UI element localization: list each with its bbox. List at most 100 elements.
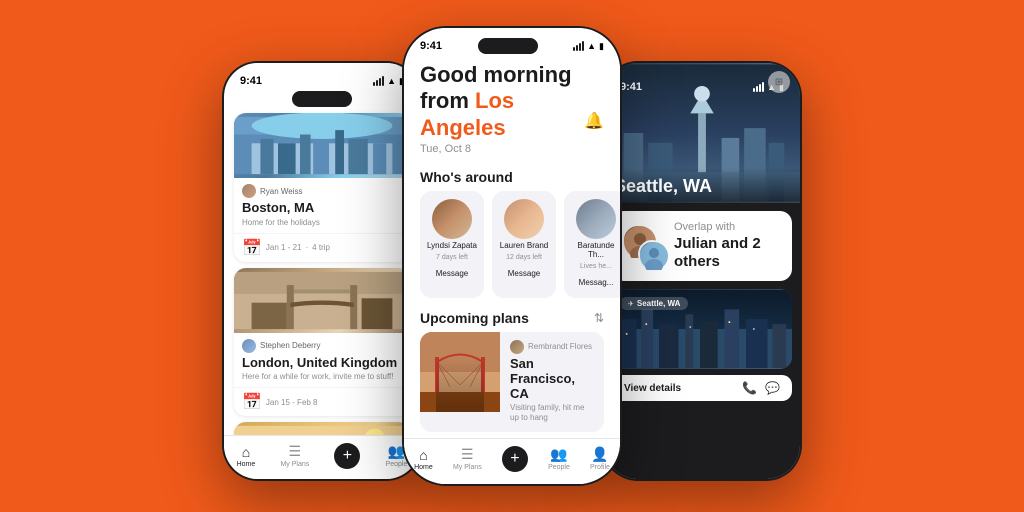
left-status-bar: 9:41 ▲ ▮ [224, 63, 420, 91]
london-destination: London, United Kingdom [242, 355, 402, 371]
center-plans-label: My Plans [453, 464, 482, 471]
boston-destination: Boston, MA [242, 200, 402, 216]
person-lyndsi[interactable]: Lyndsi Zapata 7 days left Message [420, 191, 484, 298]
boston-card-body: Ryan Weiss Boston, MA Home for the holid… [234, 178, 410, 233]
left-status-icons: ▲ ▮ [373, 76, 404, 87]
center-battery-icon: ▮ [599, 41, 604, 52]
overlap-avatars [622, 224, 666, 268]
left-status-time: 9:41 [240, 75, 262, 87]
boston-trip-count-val: 4 trip [312, 243, 330, 252]
boston-dates: 📅 Jan 1 - 21 · 4 trip [234, 233, 410, 262]
sort-icon[interactable]: ⇅ [594, 311, 604, 325]
lyndsi-avatar [432, 199, 472, 239]
boston-trip-count: · [306, 243, 309, 252]
right-top-button[interactable]: ⊞ [768, 71, 790, 93]
center-people-label: People [548, 464, 570, 471]
stephen-name: Stephen Deberry [260, 341, 320, 350]
london-dates: 📅 Jan 15 - Feb 8 [234, 387, 410, 416]
lyndsi-message-btn[interactable]: Message [426, 266, 478, 281]
right-phone: 9:41 ▲ ▮ ⊞ [602, 61, 802, 481]
plans-icon: ☰ [289, 443, 302, 460]
stephen-avatar [242, 339, 256, 353]
overlap-label: Overlap with [674, 221, 782, 233]
lyndsi-name: Lyndsi Zapata [427, 242, 477, 251]
trip-card-london[interactable]: Stephen Deberry London, United Kingdom H… [234, 268, 410, 417]
center-phone: 9:41 ▲ ▮ [402, 26, 622, 486]
nav-people-center[interactable]: 👥 People [548, 446, 570, 471]
lauren-name: Lauren Brand [500, 242, 548, 251]
view-details-bar[interactable]: View details 📞 💬 [612, 375, 792, 401]
boston-image [234, 113, 410, 178]
sf-plan-card[interactable]: Rembrandt Flores San Francisco, CA Visit… [420, 332, 604, 432]
view-details-text[interactable]: View details [624, 383, 681, 394]
center-home-label: Home [414, 464, 433, 471]
sf-description: Visiting family, hit me up to hang [510, 403, 594, 424]
calendar-icon-2: 📅 [242, 392, 262, 412]
lauren-avatar-img [504, 199, 544, 239]
nav-home-center[interactable]: ⌂ Home [414, 447, 433, 471]
center-phone-screen: 9:41 ▲ ▮ [404, 28, 620, 484]
left-phone: 9:41 ▲ ▮ [222, 61, 422, 481]
nav-home-left[interactable]: ⌂ Home [237, 444, 256, 468]
left-phone-screen: 9:41 ▲ ▮ [224, 63, 420, 479]
trip-card-boston[interactable]: Ryan Weiss Boston, MA Home for the holid… [234, 113, 410, 262]
add-button-left[interactable]: + [334, 443, 360, 469]
lyndsi-days: 7 days left [436, 254, 468, 261]
right-city-card[interactable]: ✈ Seattle, WA [612, 289, 792, 369]
center-profile-icon: 👤 [591, 446, 608, 463]
whos-around-section: Lyndsi Zapata 7 days left Message Lauren… [404, 191, 620, 298]
upcoming-title: Upcoming plans [404, 304, 545, 332]
city-tag-text: Seattle, WA [637, 299, 681, 308]
notification-bell-icon[interactable]: 🔔 [584, 111, 604, 131]
london-dates-text: Jan 15 - Feb 8 [266, 398, 318, 407]
center-wifi-icon: ▲ [587, 41, 596, 51]
center-profile-label: Profile [590, 464, 610, 471]
baratunde-avatar [576, 199, 616, 239]
phone-icon[interactable]: 📞 [742, 381, 757, 395]
lyndsi-avatar-img [432, 199, 472, 239]
center-plans-icon: ☰ [461, 446, 474, 463]
upcoming-section: Upcoming plans ⇅ [404, 298, 620, 432]
city-tag: ✈ Seattle, WA [620, 297, 688, 310]
baratunde-days: Lives he... [580, 263, 612, 270]
nav-plans-label: My Plans [280, 461, 309, 468]
center-header: Good morning from Los Angeles Tue, Oct 8… [404, 56, 620, 163]
calendar-icon: 📅 [242, 238, 262, 258]
nav-my-plans-left[interactable]: ☰ My Plans [280, 443, 309, 468]
lauren-message-btn[interactable]: Message [498, 266, 550, 281]
center-status-icons: ▲ ▮ [573, 41, 604, 52]
add-button-center[interactable]: + [502, 446, 528, 472]
chat-icon[interactable]: 💬 [765, 381, 780, 395]
greeting-from: from [420, 88, 469, 113]
greeting-prefix: Good morning [420, 62, 572, 87]
greeting-text: Good morning from Los Angeles [420, 62, 604, 141]
nav-profile-center[interactable]: 👤 Profile [590, 446, 610, 471]
sf-plan-image [420, 332, 500, 412]
seattle-title: Seattle, WA [614, 176, 790, 197]
rembrandt-avatar [510, 340, 524, 354]
left-bottom-nav: ⌂ Home ☰ My Plans + 👥 People [224, 435, 420, 479]
sf-plan-body: Rembrandt Flores San Francisco, CA Visit… [500, 332, 604, 432]
boston-dates-text: Jan 1 - 21 [266, 243, 302, 252]
center-home-icon: ⌂ [419, 447, 427, 463]
nav-my-plans-center[interactable]: ☰ My Plans [453, 446, 482, 471]
overlap-card[interactable]: Overlap with Julian and 2 others [612, 211, 792, 281]
others-avatar [638, 240, 666, 268]
lauren-days: 12 days left [506, 254, 542, 261]
person-baratunde[interactable]: Baratunde Th... Lives he... Messag... [564, 191, 620, 298]
boston-description: Home for the holidays [242, 218, 402, 227]
london-card-body: Stephen Deberry London, United Kingdom H… [234, 333, 410, 388]
baratunde-message-btn[interactable]: Messag... [569, 275, 620, 290]
whos-around-title: Who's around [404, 163, 620, 191]
sf-destination: San Francisco, CA [510, 356, 594, 401]
center-status-bar: 9:41 ▲ ▮ [404, 28, 620, 56]
wifi-icon: ▲ [387, 76, 396, 86]
right-status-time: 9:41 [620, 81, 642, 93]
ryan-name: Ryan Weiss [260, 187, 303, 196]
greeting-date: Tue, Oct 8 [420, 143, 604, 155]
view-details-icons: 📞 💬 [742, 381, 780, 395]
baratunde-name: Baratunde Th... [570, 242, 620, 260]
rembrandt-name: Rembrandt Flores [528, 342, 592, 351]
london-description: Here for a while for work, invite me to … [242, 372, 402, 381]
person-lauren[interactable]: Lauren Brand 12 days left Message [492, 191, 556, 298]
